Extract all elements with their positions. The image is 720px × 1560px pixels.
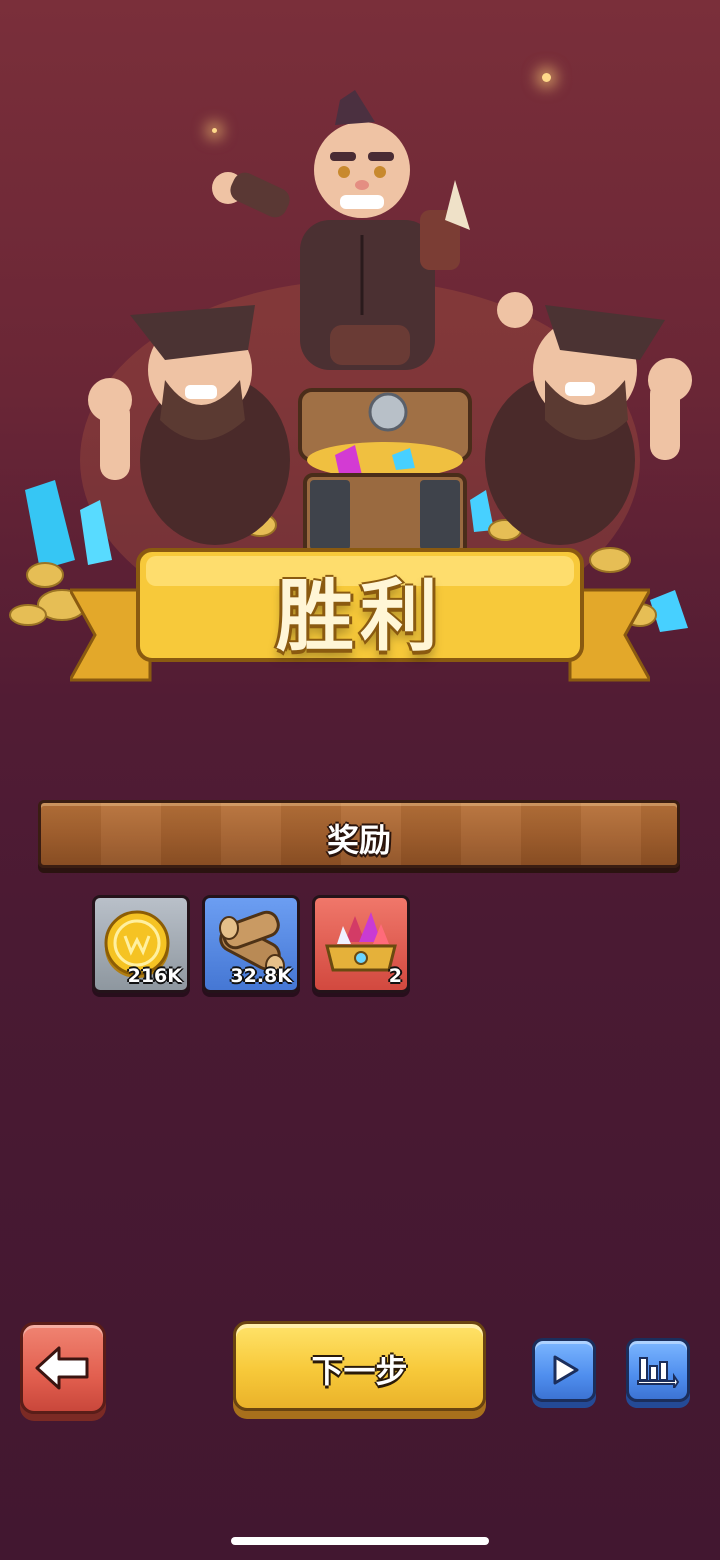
reward-gold-amount: 216K bbox=[127, 965, 182, 987]
reward-gem-chest[interactable]: 2 bbox=[312, 895, 410, 993]
reward-gold[interactable]: 216K bbox=[92, 895, 190, 993]
next-step-label: 下一步 bbox=[311, 1352, 408, 1390]
victory-title: 胜利 bbox=[275, 572, 444, 662]
back-button[interactable] bbox=[20, 1322, 106, 1414]
rewards-title: 奖励 bbox=[326, 821, 391, 859]
reward-chest-amount: 2 bbox=[388, 965, 402, 987]
bar-chart-icon bbox=[637, 1357, 680, 1388]
next-step-button[interactable]: 下一步 bbox=[233, 1321, 486, 1411]
reward-wood-amount: 32.8K bbox=[230, 965, 292, 987]
home-indicator[interactable] bbox=[231, 1537, 489, 1545]
play-icon bbox=[553, 1355, 579, 1385]
stats-button[interactable] bbox=[626, 1338, 690, 1402]
victory-banner: 胜利 bbox=[70, 540, 650, 690]
reward-wood[interactable]: 32.8K bbox=[202, 895, 300, 993]
replay-button[interactable] bbox=[532, 1338, 596, 1402]
arrow-left-icon bbox=[35, 1346, 89, 1390]
rewards-header: 奖励 bbox=[38, 800, 680, 868]
